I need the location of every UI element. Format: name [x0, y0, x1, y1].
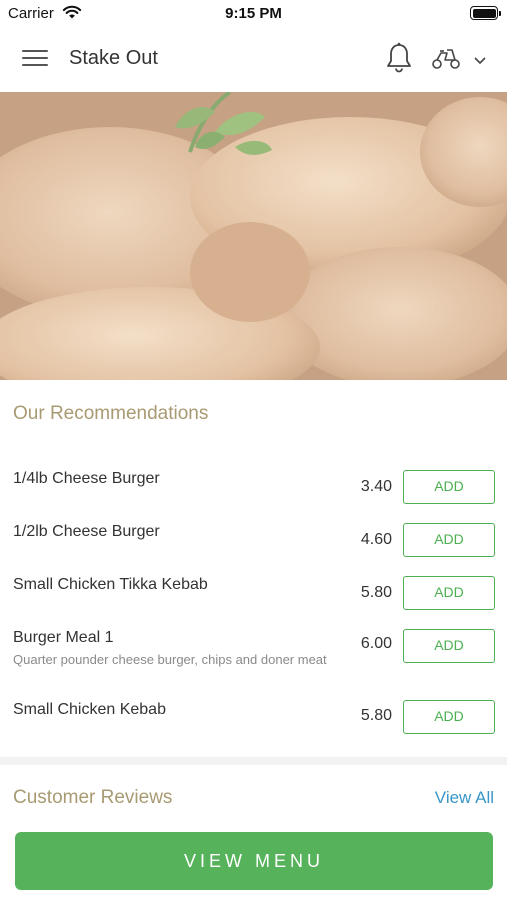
add-button[interactable]: ADD	[403, 576, 495, 610]
item-name: Small Chicken Tikka Kebab	[13, 576, 208, 593]
clock: 9:15 PM	[225, 5, 282, 22]
item-description: Quarter pounder cheese burger, chips and…	[13, 652, 327, 667]
battery-nub	[499, 11, 501, 16]
bell-icon[interactable]	[385, 42, 413, 79]
item-name: Small Chicken Kebab	[13, 701, 166, 718]
item-price: 4.60	[360, 531, 392, 548]
recommendations-heading: Our Recommendations	[13, 403, 209, 424]
item-price: 6.00	[360, 635, 392, 652]
item-name: 1/2lb Cheese Burger	[13, 523, 160, 540]
add-button[interactable]: ADD	[403, 523, 495, 557]
status-bar: Carrier 9:15 PM	[0, 0, 507, 28]
reviews-heading: Customer Reviews	[13, 787, 173, 808]
battery-icon	[470, 6, 498, 20]
add-button[interactable]: ADD	[403, 700, 495, 734]
item-price: 5.80	[360, 707, 392, 724]
item-name: 1/4lb Cheese Burger	[13, 470, 160, 487]
item-price: 3.40	[360, 478, 392, 495]
chevron-down-icon[interactable]	[473, 53, 487, 71]
add-button[interactable]: ADD	[403, 470, 495, 504]
nav-bar: Stake Out	[0, 28, 507, 92]
section-divider	[0, 757, 507, 765]
restaurant-title: Stake Out	[69, 47, 158, 69]
item-price: 5.80	[360, 584, 392, 601]
view-all-link[interactable]: View All	[435, 788, 494, 808]
add-button[interactable]: ADD	[403, 629, 495, 663]
hero-image	[0, 92, 507, 380]
view-menu-button[interactable]: VIEW MENU	[15, 832, 493, 890]
item-name: Burger Meal 1	[13, 629, 114, 646]
scooter-icon[interactable]	[431, 46, 461, 75]
menu-icon[interactable]	[22, 48, 48, 68]
